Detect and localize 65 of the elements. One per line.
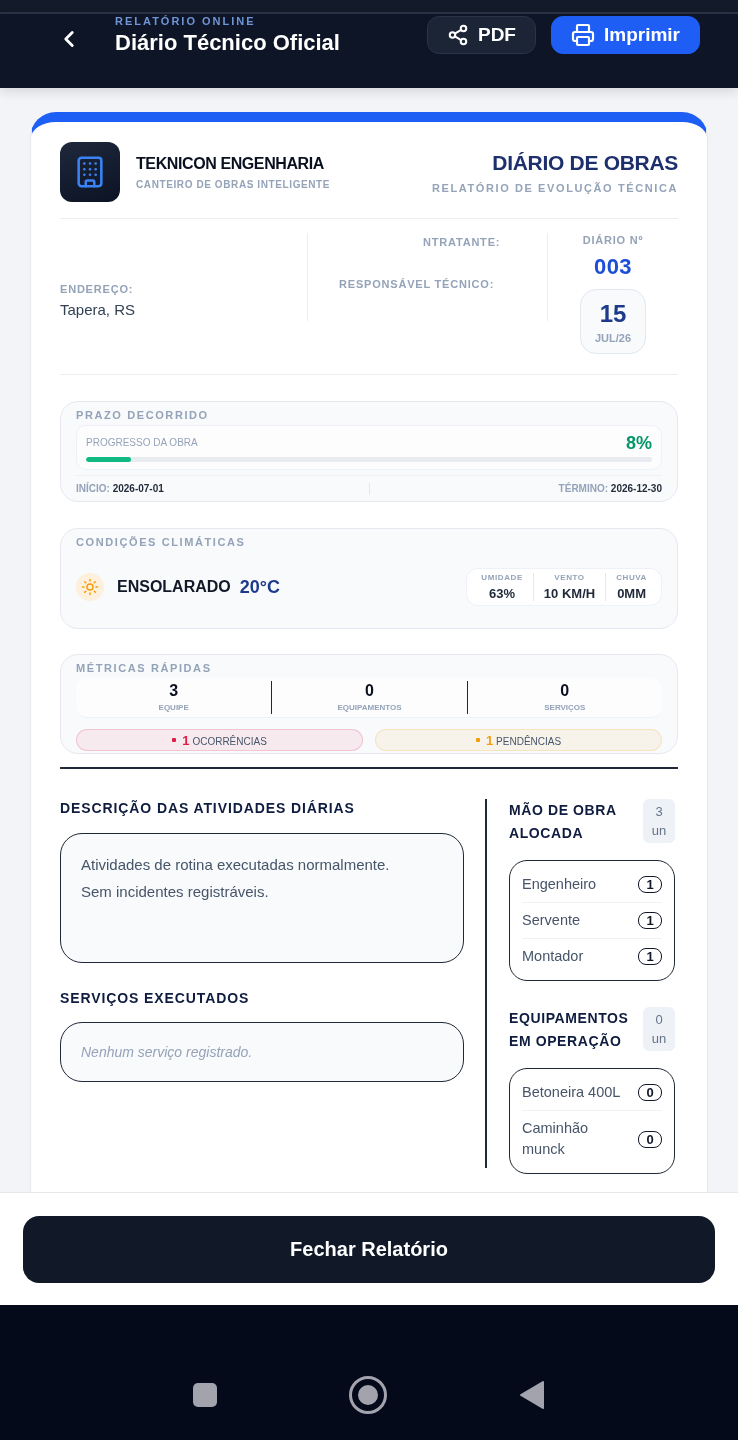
- share-icon: [446, 24, 469, 46]
- item-count: 1: [638, 876, 662, 893]
- sun-icon: [76, 573, 104, 601]
- header-title: Diário Técnico Oficial: [115, 30, 340, 56]
- close-report-button[interactable]: Fechar Relatório: [23, 1216, 715, 1283]
- share-button[interactable]: PDF: [426, 16, 536, 54]
- item-name: Engenheiro: [522, 875, 597, 894]
- flag-text: 1 OCORRÊNCIAS: [182, 732, 267, 748]
- stat-value: 63%: [489, 586, 516, 601]
- metric-label: EQUIPAMENTOS: [337, 703, 402, 713]
- back-triangle-icon[interactable]: [519, 1380, 545, 1410]
- metric-value: 0: [365, 682, 374, 700]
- item-name: Montador: [522, 947, 584, 966]
- report-subtitle: RELATÓRIO DE EVOLUÇÃO TÉCNICA: [431, 181, 678, 194]
- stat-value: 10 KM/H: [543, 586, 596, 601]
- panel-title: CONDIÇÕES CLIMÁTICAS: [76, 536, 246, 549]
- panel-title: PRAZO DECORRIDO: [76, 409, 209, 422]
- section-title: EQUIPAMENTOS EM OPERAÇÃO: [509, 1009, 630, 1051]
- section-title: DESCRIÇÃO DAS ATIVIDADES DIÁRIAS: [60, 799, 356, 817]
- empty-message: Nenhum serviço registrado.: [81, 1044, 253, 1060]
- report-title: DIÁRIO DE OBRAS: [492, 150, 678, 175]
- field-label: ENDEREÇO:: [60, 283, 134, 295]
- field-label: RESPONSÁVEL TÉCNICO:: [339, 278, 495, 290]
- metric-label: SERVIÇOS: [544, 703, 586, 713]
- progress-percent: 8%: [626, 433, 652, 453]
- total-count: 0 un: [643, 1007, 675, 1051]
- flag-text: 1 PENDÊNCIAS: [485, 732, 562, 748]
- section-title: SERVIÇOS EXECUTADOS: [60, 989, 251, 1007]
- weather-condition: ENSOLARADO: [117, 578, 231, 596]
- company-tagline: CANTEIRO DE OBRAS INTELIGENTE: [136, 178, 331, 190]
- item-name: Betoneira 400L: [522, 1083, 621, 1102]
- stat-value: 0MM: [617, 586, 646, 601]
- date-day: 15: [599, 299, 627, 328]
- building-icon: [60, 142, 120, 202]
- activities-text: Atividades de rotina executadas normalmente. Sem incidentes registráveis.: [81, 855, 391, 902]
- diary-number: 003: [593, 254, 633, 280]
- temperature: 20°C: [239, 576, 280, 598]
- panel-title: MÉTRICAS RÁPIDAS: [76, 662, 212, 675]
- item-count: 1: [638, 948, 662, 965]
- stat-label: VENTO: [554, 573, 585, 583]
- field-value: Tapera, RS: [60, 301, 136, 318]
- printer-icon: [570, 23, 595, 47]
- item-name: Caminhão munck: [522, 1119, 590, 1159]
- field-label: NTRATANTE:: [423, 236, 501, 248]
- end-date: TÉRMINO: 2026-12-30: [558, 483, 662, 495]
- company-name: TEKNICON ENGENHARIA: [136, 154, 325, 173]
- section-title: MÃO DE OBRA ALOCADA: [509, 801, 618, 843]
- item-count: 0: [638, 1084, 662, 1101]
- metric-value: 3: [169, 682, 179, 700]
- start-date: INÍCIO: 2026-07-01: [76, 483, 164, 495]
- header-subtitle: RELATÓRIO ONLINE: [115, 15, 257, 27]
- item-count: 0: [638, 1130, 662, 1148]
- item-count: 1: [638, 912, 662, 929]
- diary-number-label: DIÁRIO Nº: [582, 234, 644, 246]
- date-month-year: JUL/26: [594, 331, 632, 344]
- metric-value: 0: [560, 682, 570, 700]
- print-button[interactable]: Imprimir: [550, 16, 700, 54]
- total-count: 3 un: [643, 799, 675, 843]
- stat-label: UMIDADE: [481, 573, 523, 583]
- stat-label: CHUVA: [616, 573, 647, 583]
- item-name: Servente: [522, 911, 581, 930]
- square-icon[interactable]: [193, 1383, 217, 1407]
- home-icon[interactable]: [349, 1376, 387, 1414]
- progress-label: PROGRESSO DA OBRA: [86, 437, 198, 449]
- metric-label: EQUIPE: [158, 703, 189, 713]
